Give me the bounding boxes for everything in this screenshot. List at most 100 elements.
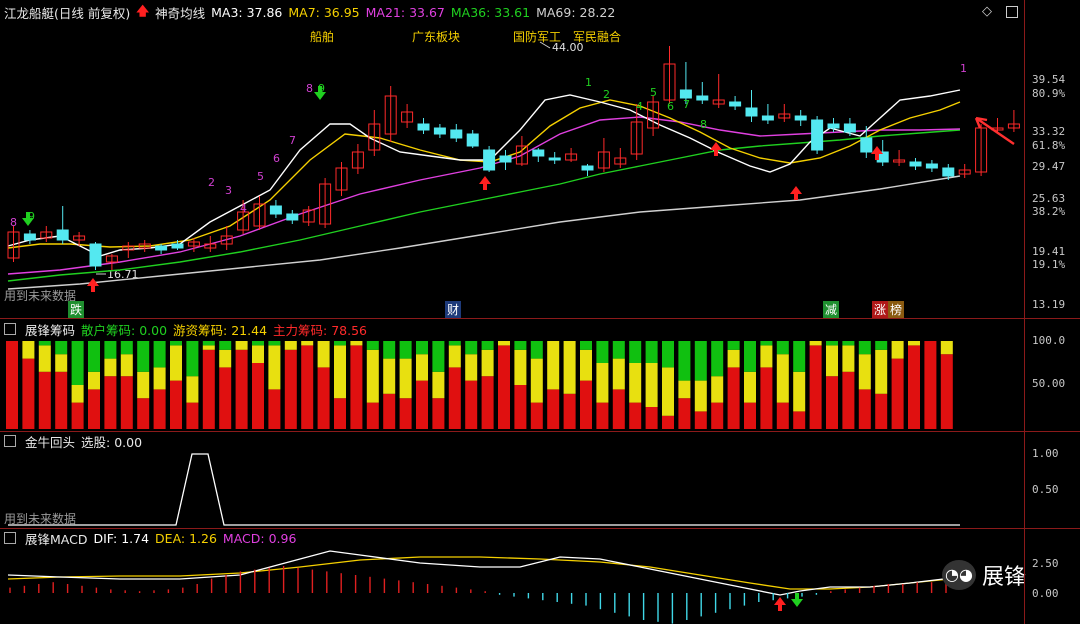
chip-main: [399, 398, 412, 429]
chip-main: [202, 349, 215, 429]
chip-retail: [858, 341, 871, 355]
chips-panel[interactable]: 展锋筹码 散户筹码: 0.00 游资筹码: 21.44 主力筹码: 78.56 …: [0, 319, 1080, 431]
chip-hot: [22, 341, 35, 359]
chip-retail: [383, 341, 396, 359]
chip-hot: [629, 363, 642, 403]
candle-body: [925, 163, 938, 169]
svg-text:6: 6: [273, 152, 280, 165]
chip-retail: [776, 341, 789, 355]
chip-retail: [612, 341, 625, 359]
price-tick: 13.19: [1032, 298, 1066, 311]
chip-main: [252, 363, 264, 429]
chip-retail: [334, 341, 346, 346]
chip-hot: [514, 349, 527, 385]
chip-hot: [826, 345, 838, 377]
jinniu-axis-line: [1024, 432, 1025, 528]
candle-body: [729, 101, 742, 107]
chip-main: [678, 398, 691, 429]
chip-retail: [826, 341, 838, 346]
svg-text:7: 7: [683, 98, 690, 111]
chip-main: [137, 398, 150, 429]
chip-hot: [170, 345, 182, 381]
chip-retail: [416, 341, 428, 355]
chip-retail: [629, 341, 642, 363]
chip-main: [268, 389, 281, 429]
ma69-line: [7, 175, 961, 290]
chip-retail: [465, 341, 478, 355]
price-tick: 39.54: [1032, 73, 1066, 86]
chip-retail: [662, 341, 674, 368]
chip-hot: [235, 341, 248, 350]
candlestick-chart[interactable]: 8 9 2 3 4 5 6 7 8 9 1 2 4 5 6 7 8 1: [0, 0, 1024, 318]
jinniu-tick: 0.50: [1032, 483, 1059, 496]
chip-main: [744, 402, 756, 429]
chip-main: [612, 389, 625, 429]
chip-main: [416, 380, 428, 429]
svg-text:8: 8: [10, 216, 17, 229]
candle-body: [745, 107, 758, 117]
chip-hot: [366, 349, 379, 403]
candle-body: [433, 127, 446, 135]
chip-main: [170, 380, 182, 429]
chip-hot: [252, 345, 264, 363]
candle-body: [827, 123, 840, 129]
svg-text:4: 4: [240, 202, 247, 215]
chip-hot: [809, 341, 822, 346]
chip-hot: [120, 354, 133, 377]
buy-arrow-icon: [774, 597, 786, 611]
chip-main: [514, 385, 527, 429]
wechat-icon: ◔◕: [942, 560, 976, 590]
svg-text:8: 8: [700, 118, 707, 131]
chip-hot: [301, 341, 314, 346]
macd-panel[interactable]: 展锋MACD DIF: 1.74 DEA: 1.26 MACD: 0.96 ◔◕…: [0, 529, 1080, 624]
chip-main: [22, 358, 35, 429]
dea-line: [7, 556, 961, 590]
candle-body: [761, 115, 774, 121]
chip-main: [908, 345, 920, 429]
svg-text:9: 9: [318, 82, 325, 95]
chip-main: [219, 367, 232, 429]
chips-bar-chart[interactable]: [0, 319, 1024, 431]
candle-body: [171, 243, 184, 249]
chip-main: [662, 415, 674, 429]
svg-text:2: 2: [603, 88, 610, 101]
candle-body: [532, 149, 545, 157]
chip-main: [71, 402, 84, 429]
chip-main: [88, 389, 100, 429]
svg-text:9: 9: [28, 210, 35, 223]
price-tick: 33.32: [1032, 125, 1066, 138]
chip-hot: [383, 358, 396, 394]
chip-main: [629, 402, 642, 429]
chip-main: [809, 345, 822, 429]
pointer-arrow-icon: [974, 116, 1015, 145]
macd-tick: 2.50: [1032, 557, 1059, 570]
candle-body: [811, 119, 824, 151]
svg-text:1: 1: [585, 76, 592, 89]
chip-hot: [268, 345, 281, 390]
svg-text:5: 5: [257, 170, 264, 183]
chip-retail: [268, 341, 281, 346]
chip-hot: [88, 371, 100, 390]
price-panel[interactable]: 江龙船艇(日线 前复权) 🡅 神奇均线 MA3: 37.86 MA7: 36.9…: [0, 0, 1080, 318]
chip-main: [793, 411, 806, 429]
chip-hot: [612, 358, 625, 390]
chip-retail: [219, 341, 232, 350]
chip-main: [842, 371, 855, 429]
chip-retail: [170, 341, 182, 346]
chip-retail: [366, 341, 379, 350]
chip-retail: [448, 341, 461, 346]
price-tick: 25.63: [1032, 192, 1066, 205]
price-tick: 19.41: [1032, 245, 1066, 258]
svg-text:1: 1: [960, 62, 967, 75]
chip-hot: [219, 349, 232, 368]
chip-retail: [645, 341, 658, 363]
candle-body: [286, 213, 299, 221]
jinniu-panel[interactable]: 金牛回头 选股: 0.00 用到未来数据 1.00 0.50: [0, 432, 1080, 528]
chip-main: [481, 376, 494, 429]
chip-main: [284, 349, 297, 429]
watermark: ◔◕ 展锋: [942, 559, 1026, 591]
svg-text:4: 4: [636, 100, 643, 113]
chip-retail: [137, 341, 150, 372]
chip-main: [317, 367, 330, 429]
chip-hot: [875, 349, 888, 394]
